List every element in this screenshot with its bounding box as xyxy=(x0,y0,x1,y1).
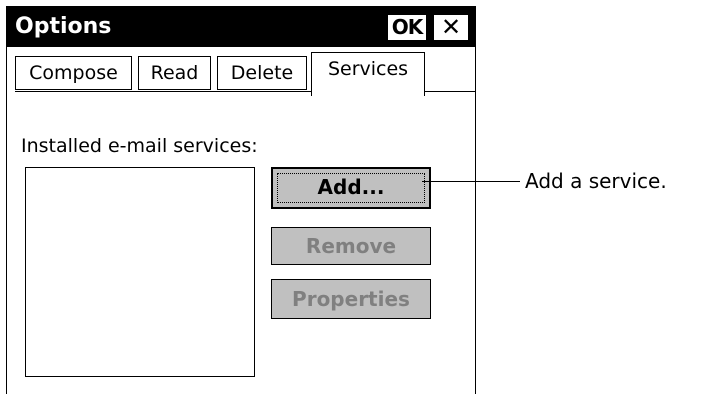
options-dialog: Options OK ✕ Compose Read Delete Service… xyxy=(6,6,476,394)
close-icon: ✕ xyxy=(440,13,462,41)
title-bar: Options OK ✕ xyxy=(7,7,475,47)
services-listbox[interactable] xyxy=(25,167,255,377)
ok-button[interactable]: OK xyxy=(387,14,427,41)
tab-read[interactable]: Read xyxy=(138,56,211,90)
tab-compose[interactable]: Compose xyxy=(15,56,132,90)
installed-services-label: Installed e-mail services: xyxy=(21,135,258,157)
remove-button[interactable]: Remove xyxy=(271,227,431,265)
add-button[interactable]: Add... xyxy=(271,167,431,209)
tab-delete[interactable]: Delete xyxy=(217,56,307,90)
callout-line xyxy=(422,181,520,182)
callout-text: Add a service. xyxy=(525,169,667,193)
tab-services[interactable]: Services xyxy=(311,52,425,96)
properties-button[interactable]: Properties xyxy=(271,279,431,319)
close-button[interactable]: ✕ xyxy=(433,14,469,41)
tab-strip: Compose Read Delete Services xyxy=(15,51,475,96)
window-title: Options xyxy=(15,14,112,39)
focus-rectangle xyxy=(277,173,425,203)
